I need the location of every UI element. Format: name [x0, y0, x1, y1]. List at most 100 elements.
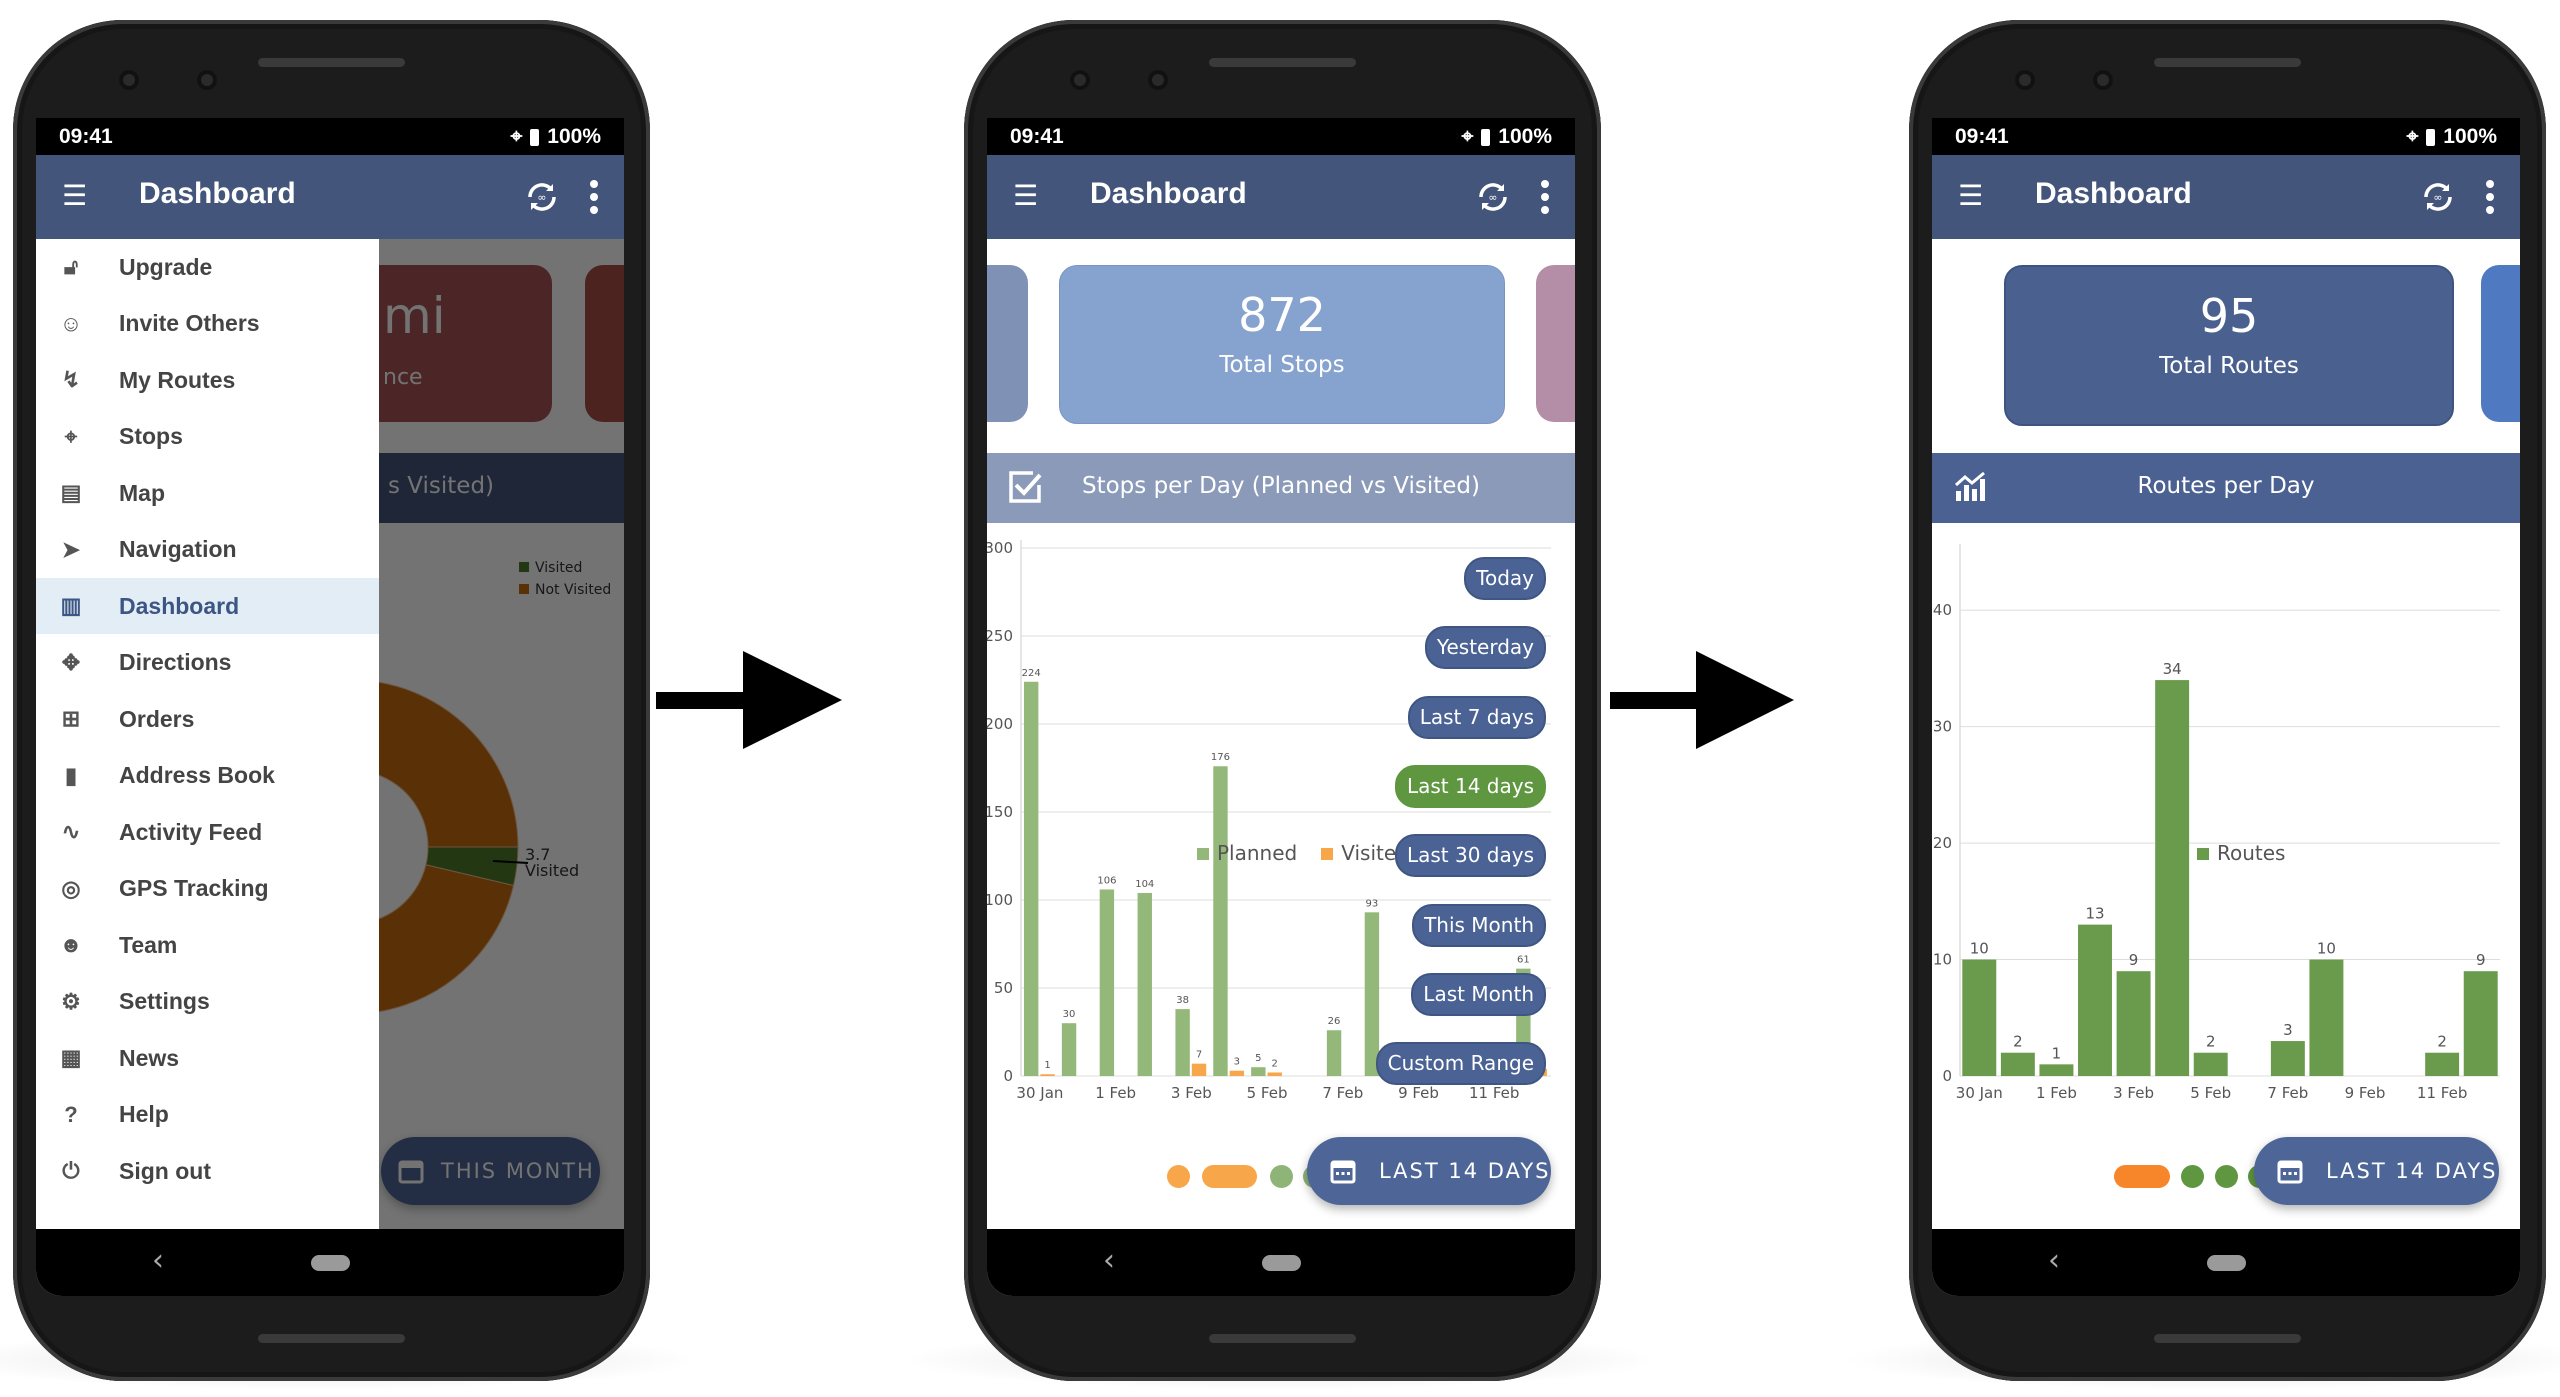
drawer-item-settings[interactable]: ⚙ Settings — [36, 974, 379, 1030]
hamburger-menu-icon[interactable]: ☰ — [1013, 181, 1043, 211]
home-pill[interactable] — [311, 1255, 350, 1271]
bar-routes[interactable] — [2155, 680, 2190, 1076]
range-option-custom-range[interactable]: Custom Range — [1375, 1042, 1546, 1086]
drawer-item-upgrade[interactable]: 🔓︎ Upgrade — [36, 239, 379, 295]
back-icon[interactable]: ‹ — [1103, 1243, 1115, 1278]
drawer-item-sign-out[interactable]: ⏻ Sign out — [36, 1143, 379, 1199]
more-vert-icon[interactable] — [2482, 179, 2498, 215]
bar-planned[interactable] — [1251, 1067, 1266, 1076]
bar-routes[interactable] — [2193, 1052, 2228, 1076]
sync-icon[interactable]: ∞ — [524, 179, 560, 215]
data-label: 1 — [2052, 1044, 2062, 1062]
pager-dot-active[interactable] — [1202, 1165, 1257, 1188]
x-tick-label: 30 Jan — [1956, 1084, 2003, 1102]
drawer-item-stops[interactable]: ⌖ Stops — [36, 409, 379, 465]
legend-item-planned[interactable]: Planned — [1197, 841, 1297, 865]
drawer-item-news[interactable]: ▦ News — [36, 1030, 379, 1086]
pulse-icon: ∿ — [61, 819, 81, 844]
pager-dot[interactable] — [2215, 1165, 2238, 1188]
range-option-today[interactable]: Today — [1464, 557, 1546, 600]
pager-dot[interactable] — [1270, 1165, 1293, 1188]
bar-visited[interactable] — [1191, 1063, 1207, 1076]
pager-dot[interactable] — [2181, 1165, 2204, 1188]
stat-card-total-stops[interactable]: 872 Total Stops — [1059, 265, 1505, 424]
stat-card-next[interactable] — [1536, 265, 1575, 422]
sync-icon[interactable]: ∞ — [1475, 179, 1511, 215]
drawer-item-dashboard[interactable]: ▥ Dashboard — [36, 578, 379, 634]
stat-card-total-routes[interactable]: 95 Total Routes — [2004, 265, 2454, 426]
drawer-item-label: Orders — [119, 705, 195, 732]
bar-routes[interactable] — [1962, 959, 1997, 1076]
drawer-item-gps-tracking[interactable]: ◎ GPS Tracking — [36, 861, 379, 917]
status-time: 09:41 — [1010, 125, 1064, 148]
drawer-item-map[interactable]: ▤ Map — [36, 465, 379, 521]
range-option-last-7-days[interactable]: Last 7 days — [1407, 695, 1546, 739]
navigation-arrow-icon: ➤ — [61, 536, 81, 562]
stat-card-prev[interactable] — [987, 265, 1028, 422]
legend-item-routes[interactable]: Routes — [2197, 841, 2285, 865]
drawer-item-directions[interactable]: ✥ Directions — [36, 635, 379, 691]
bar-visited[interactable] — [1229, 1070, 1245, 1076]
bar-planned[interactable] — [1364, 912, 1380, 1076]
bar-routes[interactable] — [2309, 959, 2344, 1076]
drawer-item-activity-feed[interactable]: ∿ Activity Feed — [36, 804, 379, 860]
date-range-button[interactable]: LAST 14 DAYS — [1307, 1137, 1551, 1205]
more-vert-icon[interactable] — [586, 179, 602, 215]
range-option-last-month[interactable]: Last Month — [1411, 972, 1546, 1016]
range-option-yesterday[interactable]: Yesterday — [1424, 626, 1546, 670]
drawer-item-help[interactable]: ? Help — [36, 1087, 379, 1143]
data-label: 10 — [2317, 940, 2336, 958]
bottom-speaker — [2154, 1334, 2301, 1343]
bar-routes[interactable] — [2270, 1041, 2305, 1076]
location-pin-icon: ⌖ — [510, 125, 523, 148]
bar-visited[interactable] — [1040, 1074, 1055, 1076]
back-icon[interactable]: ‹ — [2048, 1243, 2060, 1278]
pager-dot-active[interactable] — [2114, 1165, 2170, 1188]
bar-visited[interactable] — [1267, 1072, 1282, 1076]
data-label: 9 — [2476, 951, 2486, 969]
bar-routes[interactable] — [2425, 1052, 2460, 1076]
status-time: 09:41 — [1955, 125, 2009, 148]
date-range-button[interactable]: THIS MONTH — [381, 1137, 600, 1205]
sync-icon[interactable]: ∞ — [2420, 179, 2456, 215]
bar-routes[interactable] — [2116, 971, 2151, 1076]
page-title: Dashboard — [1090, 177, 1247, 210]
drawer-item-team[interactable]: ☻ Team — [36, 917, 379, 973]
data-label: 13 — [2085, 905, 2104, 923]
bar-planned[interactable] — [1099, 889, 1115, 1076]
data-label: 2 — [2013, 1033, 2023, 1051]
hamburger-menu-icon[interactable]: ☰ — [1958, 181, 1988, 211]
date-range-button[interactable]: LAST 14 DAYS — [2254, 1137, 2499, 1205]
drawer-item-navigation[interactable]: ➤ Navigation — [36, 522, 379, 578]
drawer-item-address-book[interactable]: ▮ Address Book — [36, 748, 379, 804]
home-pill[interactable] — [2207, 1255, 2246, 1271]
home-pill[interactable] — [1262, 1255, 1301, 1271]
hamburger-menu-icon[interactable]: ☰ — [62, 181, 92, 211]
stat-card-next[interactable] — [2481, 265, 2520, 422]
bar-planned[interactable] — [1137, 892, 1152, 1076]
range-option-last-30-days[interactable]: Last 30 days — [1394, 834, 1546, 878]
bar-routes[interactable] — [2000, 1052, 2035, 1076]
y-tick-label: 300 — [987, 539, 1013, 557]
drawer-item-label: Dashboard — [119, 592, 240, 619]
bar-routes[interactable] — [2463, 971, 2498, 1076]
cart-icon: ⊞ — [61, 706, 81, 731]
bar-planned[interactable] — [1213, 766, 1228, 1076]
drawer-item-label: Map — [119, 479, 165, 506]
bar-planned[interactable] — [1175, 1009, 1190, 1076]
pager-dot[interactable] — [1167, 1165, 1190, 1188]
drawer-item-orders[interactable]: ⊞ Orders — [36, 691, 379, 747]
more-vert-icon[interactable] — [1537, 179, 1553, 215]
bar-routes[interactable] — [2078, 924, 2112, 1076]
stat-card-next[interactable] — [585, 265, 624, 422]
bar-routes[interactable] — [2039, 1064, 2074, 1076]
range-option-last-14-days[interactable]: Last 14 days — [1394, 764, 1546, 808]
bar-planned[interactable] — [1061, 1023, 1077, 1076]
range-option-this-month[interactable]: This Month — [1412, 903, 1546, 947]
bar-planned[interactable] — [1326, 1030, 1342, 1076]
back-icon[interactable]: ‹ — [152, 1243, 164, 1278]
drawer-item-invite-others[interactable]: ☺ Invite Others — [36, 296, 379, 352]
bar-planned[interactable] — [1024, 681, 1039, 1076]
drawer-item-my-routes[interactable]: ↯ My Routes — [36, 352, 379, 408]
chart-title: Routes per Day — [2137, 473, 2315, 499]
